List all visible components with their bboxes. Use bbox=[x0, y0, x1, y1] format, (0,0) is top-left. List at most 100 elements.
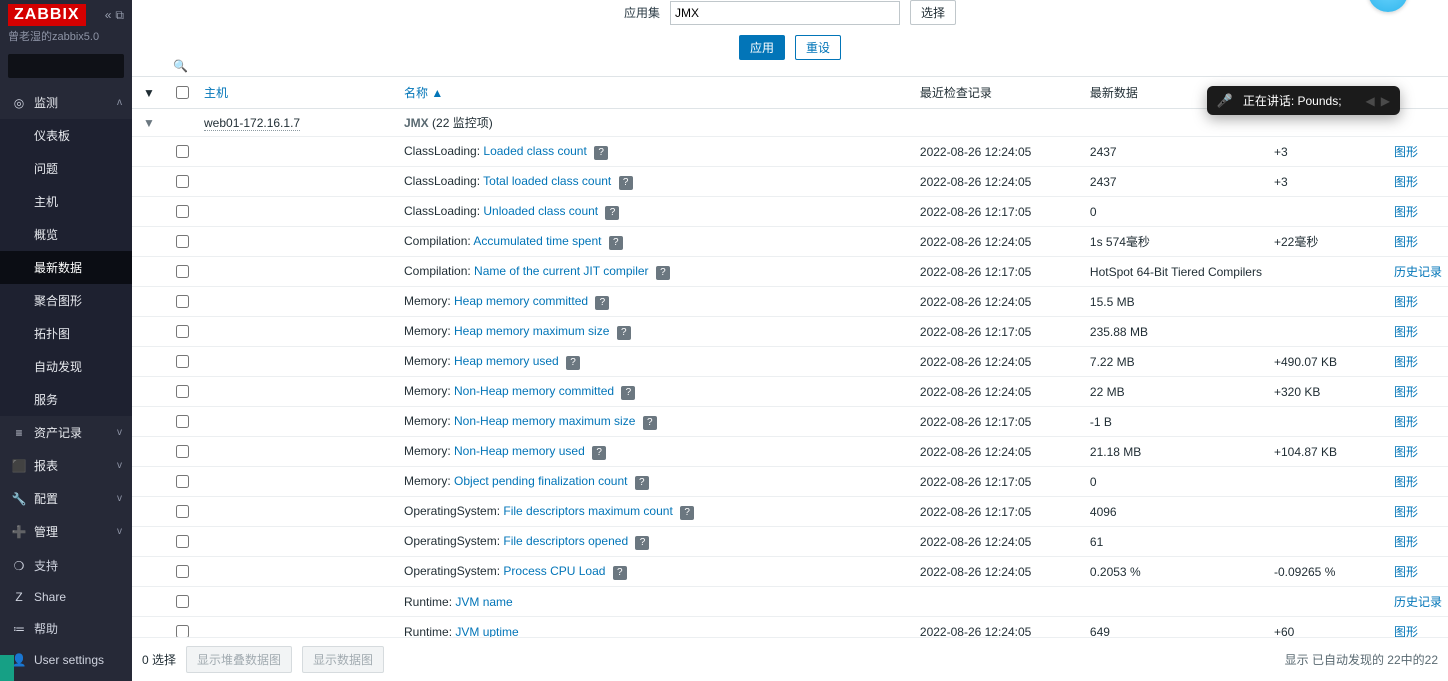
col-name-link[interactable]: 名称 ▲ bbox=[404, 86, 443, 100]
group-collapse-toggle[interactable]: ▼ bbox=[132, 109, 166, 137]
help-icon[interactable]: ? bbox=[566, 356, 580, 370]
item-action-link[interactable]: 图形 bbox=[1394, 385, 1418, 399]
item-name-link[interactable]: JVM name bbox=[455, 595, 512, 609]
item-name-link[interactable]: Heap memory committed bbox=[454, 294, 588, 308]
row-checkbox[interactable] bbox=[176, 535, 189, 548]
nav-sub-maps[interactable]: 拓扑图 bbox=[0, 317, 132, 350]
help-icon[interactable]: ? bbox=[594, 146, 608, 160]
item-name-link[interactable]: File descriptors opened bbox=[503, 534, 628, 548]
row-checkbox[interactable] bbox=[176, 505, 189, 518]
item-action-link[interactable]: 图形 bbox=[1394, 565, 1418, 579]
caption-next-icon[interactable]: ▶ bbox=[1381, 94, 1390, 108]
help-icon[interactable]: ? bbox=[680, 506, 694, 520]
nav-user-settings[interactable]: 👤User settings bbox=[0, 645, 132, 675]
col-name[interactable]: 名称 ▲ bbox=[398, 77, 914, 109]
nav-monitoring[interactable]: ◎ 监测 ʌ bbox=[0, 86, 132, 119]
row-checkbox[interactable] bbox=[176, 265, 189, 278]
item-action-link[interactable]: 历史记录 bbox=[1394, 265, 1442, 279]
item-action-link[interactable]: 图形 bbox=[1394, 325, 1418, 339]
item-name-link[interactable]: Object pending finalization count bbox=[454, 474, 627, 488]
row-checkbox[interactable] bbox=[176, 235, 189, 248]
item-name-link[interactable]: Total loaded class count bbox=[483, 174, 611, 188]
item-name-link[interactable]: Non-Heap memory maximum size bbox=[454, 414, 635, 428]
item-name-link[interactable]: Loaded class count bbox=[483, 144, 586, 158]
col-host-link[interactable]: 主机 bbox=[204, 86, 228, 100]
nav-sub-graphs[interactable]: 聚合图形 bbox=[0, 284, 132, 317]
help-icon[interactable]: ? bbox=[621, 386, 635, 400]
nav-share[interactable]: ZShare bbox=[0, 582, 132, 612]
row-checkbox[interactable] bbox=[176, 595, 189, 608]
help-icon[interactable]: ? bbox=[643, 416, 657, 430]
help-icon[interactable]: ? bbox=[609, 236, 623, 250]
sidebar-collapse-icon[interactable]: « bbox=[105, 8, 112, 23]
item-name-link[interactable]: Non-Heap memory used bbox=[454, 444, 585, 458]
item-action-link[interactable]: 图形 bbox=[1394, 145, 1418, 159]
col-host[interactable]: 主机 bbox=[198, 77, 398, 109]
select-all-header[interactable] bbox=[166, 77, 198, 109]
nav-sub-services[interactable]: 服务 bbox=[0, 383, 132, 416]
help-icon[interactable]: ? bbox=[605, 206, 619, 220]
item-action-link[interactable]: 图形 bbox=[1394, 445, 1418, 459]
row-checkbox[interactable] bbox=[176, 355, 189, 368]
filter-apply-button[interactable]: 应用 bbox=[739, 35, 785, 60]
live-caption-overlay[interactable]: 🎤 正在讲话: Pounds; ◀ ▶ bbox=[1207, 86, 1400, 115]
filter-reset-button[interactable]: 重设 bbox=[795, 35, 841, 60]
item-name-link[interactable]: Heap memory used bbox=[454, 354, 559, 368]
item-name-link[interactable]: Non-Heap memory committed bbox=[454, 384, 614, 398]
item-name-link[interactable]: Accumulated time spent bbox=[473, 234, 601, 248]
nav-sub-latest[interactable]: 最新数据 bbox=[0, 251, 132, 284]
item-action-link[interactable]: 图形 bbox=[1394, 175, 1418, 189]
nav-sub-dashboard[interactable]: 仪表板 bbox=[0, 119, 132, 152]
row-checkbox[interactable] bbox=[176, 475, 189, 488]
item-action-link[interactable]: 图形 bbox=[1394, 625, 1418, 637]
sidebar-popout-icon[interactable]: ⧉ bbox=[115, 8, 124, 23]
row-checkbox[interactable] bbox=[176, 175, 189, 188]
row-checkbox[interactable] bbox=[176, 325, 189, 338]
item-action-link[interactable]: 图形 bbox=[1394, 475, 1418, 489]
help-icon[interactable]: ? bbox=[592, 446, 606, 460]
item-action-link[interactable]: 图形 bbox=[1394, 205, 1418, 219]
item-name-link[interactable]: File descriptors maximum count bbox=[503, 504, 672, 518]
row-checkbox[interactable] bbox=[176, 415, 189, 428]
caption-prev-icon[interactable]: ◀ bbox=[1366, 94, 1375, 108]
item-action-link[interactable]: 历史记录 bbox=[1394, 595, 1442, 609]
item-name-link[interactable]: Unloaded class count bbox=[483, 204, 598, 218]
host-link[interactable]: web01-172.16.1.7 bbox=[204, 116, 300, 131]
item-action-link[interactable]: 图形 bbox=[1394, 535, 1418, 549]
row-checkbox[interactable] bbox=[176, 385, 189, 398]
nav-inventory[interactable]: ≡ 资产记录 v bbox=[0, 416, 132, 449]
item-name-link[interactable]: Name of the current JIT compiler bbox=[474, 264, 649, 278]
help-icon[interactable]: ? bbox=[595, 296, 609, 310]
select-all-checkbox[interactable] bbox=[176, 86, 189, 99]
help-icon[interactable]: ? bbox=[635, 536, 649, 550]
help-icon[interactable]: ? bbox=[656, 266, 670, 280]
nav-sub-overview[interactable]: 概览 bbox=[0, 218, 132, 251]
nav-admin[interactable]: ➕ 管理 v bbox=[0, 515, 132, 548]
nav-sub-problems[interactable]: 问题 bbox=[0, 152, 132, 185]
nav-support[interactable]: ❍支持 bbox=[0, 549, 132, 582]
nav-config[interactable]: 🔧 配置 v bbox=[0, 482, 132, 515]
item-action-link[interactable]: 图形 bbox=[1394, 295, 1418, 309]
row-checkbox[interactable] bbox=[176, 565, 189, 578]
search-box[interactable]: 🔍 bbox=[8, 54, 124, 78]
help-icon[interactable]: ? bbox=[617, 326, 631, 340]
row-checkbox[interactable] bbox=[176, 145, 189, 158]
expand-all-toggle[interactable]: ▼ bbox=[132, 77, 166, 109]
item-name-link[interactable]: Process CPU Load bbox=[503, 564, 605, 578]
nav-sub-discovery[interactable]: 自动发现 bbox=[0, 350, 132, 383]
row-checkbox[interactable] bbox=[176, 445, 189, 458]
help-icon[interactable]: ? bbox=[635, 476, 649, 490]
filter-app-input[interactable] bbox=[670, 1, 900, 25]
nav-sub-hosts[interactable]: 主机 bbox=[0, 185, 132, 218]
help-icon[interactable]: ? bbox=[619, 176, 633, 190]
row-checkbox[interactable] bbox=[176, 295, 189, 308]
item-action-link[interactable]: 图形 bbox=[1394, 235, 1418, 249]
item-name-link[interactable]: JVM uptime bbox=[455, 625, 518, 638]
item-action-link[interactable]: 图形 bbox=[1394, 415, 1418, 429]
row-checkbox[interactable] bbox=[176, 205, 189, 218]
filter-select-button[interactable]: 选择 bbox=[910, 0, 956, 25]
nav-help[interactable]: ≔帮助 bbox=[0, 612, 132, 645]
item-action-link[interactable]: 图形 bbox=[1394, 355, 1418, 369]
help-icon[interactable]: ? bbox=[613, 566, 627, 580]
nav-reports[interactable]: ⬛ 报表 v bbox=[0, 449, 132, 482]
